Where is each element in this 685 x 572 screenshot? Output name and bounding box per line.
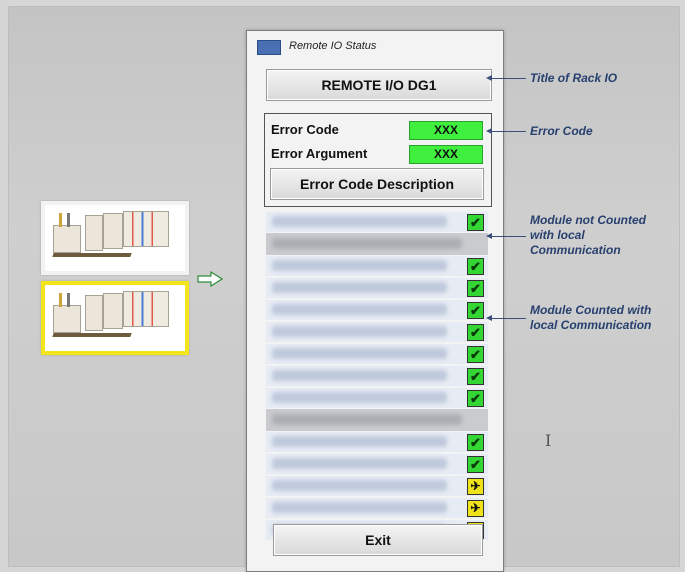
module-group-header	[266, 233, 488, 255]
terminal-block	[53, 225, 81, 253]
module-row[interactable]: ✈	[266, 475, 488, 497]
window-title: Remote IO Status	[289, 40, 377, 52]
terminal-block	[103, 213, 123, 249]
module-label-blurred	[272, 392, 447, 403]
error-argument-value: XXX	[409, 145, 483, 164]
module-label-blurred	[272, 260, 447, 271]
text-cursor-icon: I	[545, 431, 552, 450]
rack-title-button[interactable]: REMOTE I/O DG1	[266, 69, 492, 101]
error-code-label: Error Code	[271, 122, 339, 137]
warning-icon: ✈	[467, 478, 484, 495]
callout-counted: Module Counted with local Communication	[530, 303, 652, 332]
module-label-blurred	[272, 436, 447, 447]
callout-pointer	[486, 233, 526, 239]
module-label-blurred	[272, 282, 447, 293]
module-label-blurred	[272, 370, 447, 381]
check-icon: ✔	[467, 324, 484, 341]
check-icon: ✔	[467, 456, 484, 473]
error-argument-label: Error Argument	[271, 146, 368, 161]
module-row[interactable]: ✔	[266, 431, 488, 453]
module-label-blurred	[272, 348, 447, 359]
module-row[interactable]: ✔	[266, 343, 488, 365]
terminal-block	[123, 291, 169, 327]
check-icon: ✔	[467, 302, 484, 319]
module-label-blurred	[272, 238, 462, 249]
terminal-block	[85, 215, 103, 251]
callout-not-counted: Module not Counted with local Communicat…	[530, 213, 646, 257]
module-row[interactable]: ✔	[266, 211, 488, 233]
check-icon: ✔	[467, 390, 484, 407]
module-image	[41, 201, 189, 275]
module-row[interactable]: ✔	[266, 255, 488, 277]
module-row[interactable]: ✔	[266, 387, 488, 409]
module-row[interactable]: ✔	[266, 321, 488, 343]
module-list: ✔✔✔✔✔✔✔✔✔✔✈✈✈	[266, 211, 488, 541]
module-label-blurred	[272, 480, 447, 491]
module-label-blurred	[272, 414, 462, 425]
title-bar: Remote IO Status	[247, 31, 503, 59]
module-label-blurred	[272, 502, 447, 513]
module-label-blurred	[272, 216, 447, 227]
module-row[interactable]: ✔	[266, 453, 488, 475]
module-label-blurred	[272, 458, 447, 469]
module-row[interactable]: ✈	[266, 497, 488, 519]
error-code-description-button[interactable]: Error Code Description	[270, 168, 484, 200]
module-group-header	[266, 409, 488, 431]
window-icon	[257, 40, 281, 55]
remote-io-status-window: Remote IO Status REMOTE I/O DG1 Error Co…	[246, 30, 504, 572]
module-row[interactable]: ✔	[266, 277, 488, 299]
callout-rack-title: Title of Rack IO	[530, 71, 618, 85]
callout-pointer	[486, 315, 526, 321]
connector-pin	[59, 213, 62, 227]
check-icon: ✔	[467, 346, 484, 363]
module-row[interactable]: ✔	[266, 299, 488, 321]
arrow-right-icon	[197, 271, 223, 287]
terminal-block	[103, 293, 123, 329]
din-rail	[52, 333, 132, 337]
module-label-blurred	[272, 304, 447, 315]
din-rail	[52, 253, 132, 257]
check-icon: ✔	[467, 258, 484, 275]
exit-button[interactable]: Exit	[273, 524, 483, 556]
check-icon: ✔	[467, 368, 484, 385]
error-code-value: XXX	[409, 121, 483, 140]
callout-error-code: Error Code	[530, 124, 593, 138]
module-image-selected	[41, 281, 189, 355]
module-row[interactable]: ✔	[266, 365, 488, 387]
presentation-slide: Remote IO Status REMOTE I/O DG1 Error Co…	[8, 6, 680, 572]
warning-icon: ✈	[467, 500, 484, 517]
check-icon: ✔	[467, 214, 484, 231]
module-label-blurred	[272, 326, 447, 337]
check-icon: ✔	[467, 434, 484, 451]
connector-pin	[59, 293, 62, 307]
check-icon: ✔	[467, 280, 484, 297]
terminal-block	[123, 211, 169, 247]
callout-pointer	[486, 128, 526, 134]
connector-pin	[67, 293, 70, 307]
callout-pointer	[486, 75, 526, 81]
connector-pin	[67, 213, 70, 227]
terminal-block	[85, 295, 103, 331]
terminal-block	[53, 305, 81, 333]
